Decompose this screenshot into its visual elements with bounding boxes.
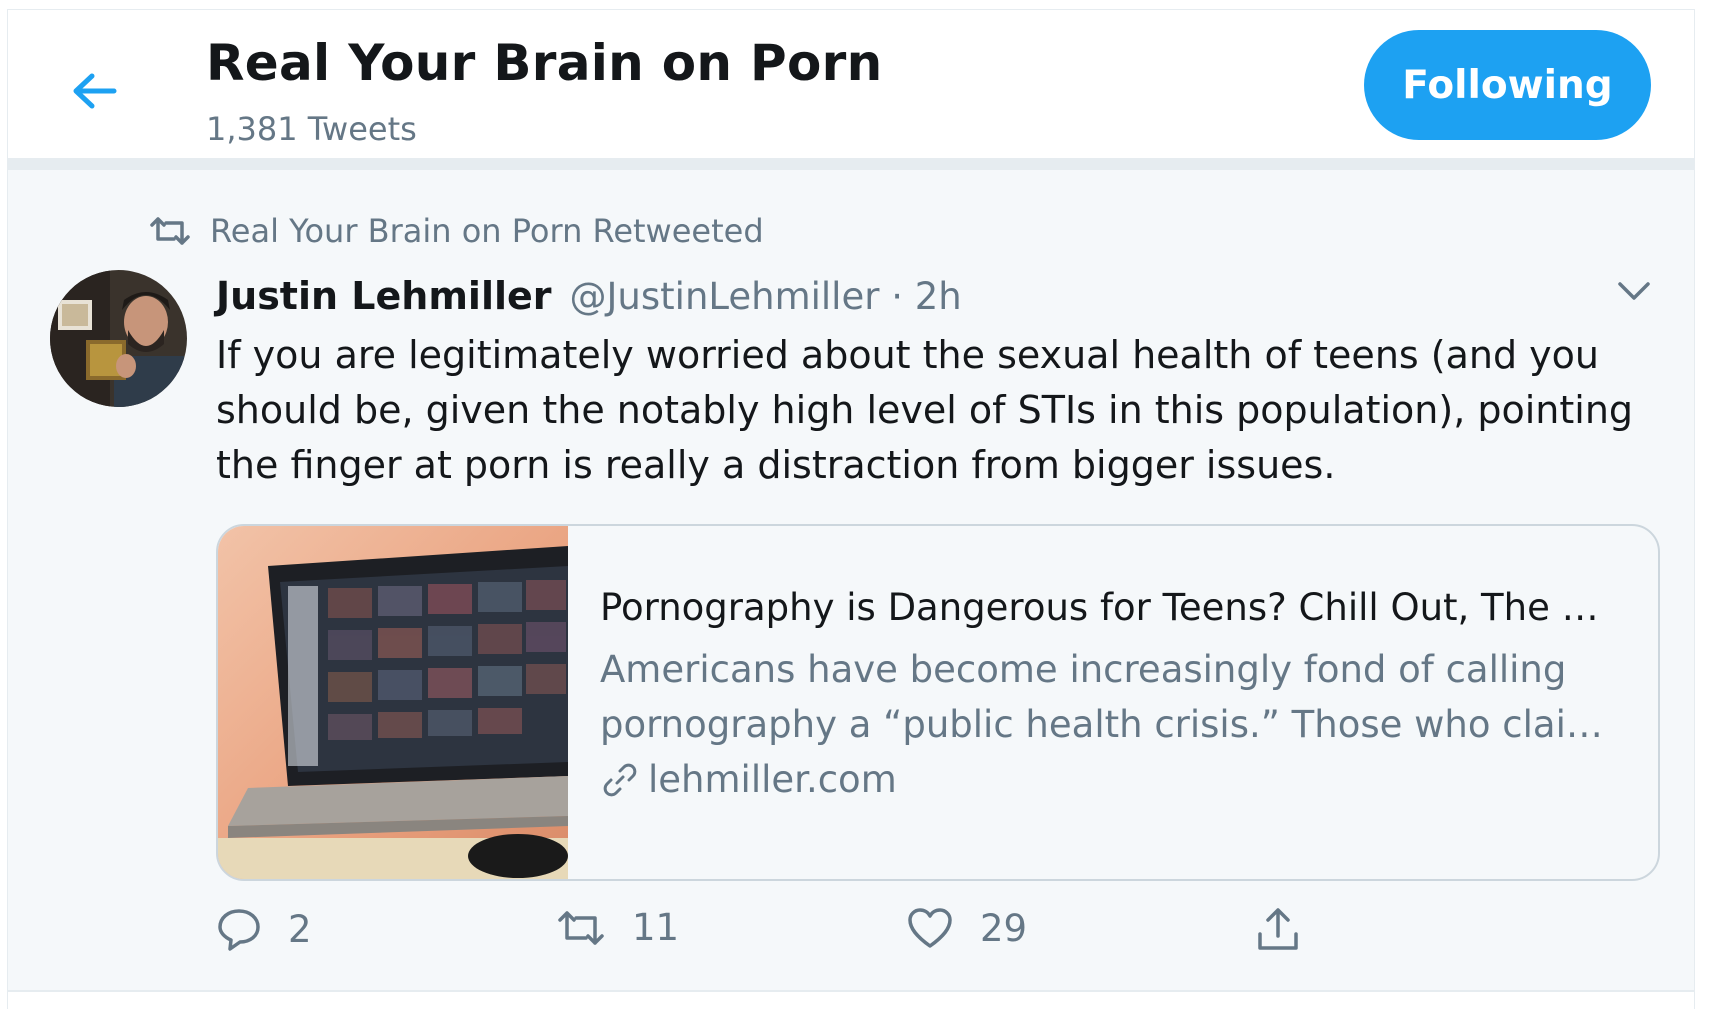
like-count: 29 — [980, 906, 1028, 950]
share-icon — [1258, 908, 1298, 950]
retweet-context-label[interactable]: Real Your Brain on Porn Retweeted — [210, 212, 764, 250]
card-title: Pornography is Dangerous for Teens? Chil… — [600, 586, 1599, 629]
card-domain-label: lehmiller.com — [648, 758, 897, 801]
tweet-menu-button[interactable] — [1614, 274, 1654, 310]
tweet-text: If you are legitimately worried about th… — [216, 333, 1634, 487]
like-button[interactable]: 29 — [906, 906, 1027, 950]
card-description: Americans have become increasingly fond … — [600, 648, 1603, 746]
retweet-button[interactable]: 11 — [556, 906, 679, 949]
reply-button[interactable]: 2 — [216, 906, 312, 952]
card-body: Pornography is Dangerous for Teens? Chil… — [600, 582, 1620, 801]
author-handle-time[interactable]: @JustinLehmiller · 2h — [570, 275, 962, 318]
retweet-context: Real Your Brain on Porn Retweeted — [148, 212, 764, 250]
link-card[interactable]: Pornography is Dangerous for Teens? Chil… — [216, 524, 1660, 881]
following-button[interactable]: Following — [1364, 30, 1651, 140]
profile-header: Real Your Brain on Porn 1,381 Tweets Fol… — [8, 10, 1694, 158]
back-button[interactable] — [68, 66, 128, 116]
share-button[interactable] — [1254, 906, 1302, 954]
author-name[interactable]: Justin Lehmiller — [216, 274, 552, 318]
header-divider — [8, 158, 1694, 170]
chevron-down-icon — [1618, 282, 1650, 300]
heart-icon — [908, 908, 952, 948]
retweet-icon — [558, 910, 604, 945]
avatar[interactable] — [50, 270, 187, 407]
reply-icon — [218, 909, 260, 951]
tweet-count: 1,381 Tweets — [206, 110, 417, 148]
retweet-count: 11 — [632, 906, 680, 949]
page-title: Real Your Brain on Porn — [206, 34, 883, 92]
tweet-divider — [8, 990, 1694, 992]
card-domain: lehmiller.com — [600, 758, 1620, 801]
card-thumbnail — [218, 526, 568, 879]
tweet[interactable]: Real Your Brain on Porn Retweeted Justin… — [8, 170, 1694, 990]
tweet-author[interactable]: Justin Lehmiller @JustinLehmiller · 2h — [216, 274, 962, 318]
avatar-image — [50, 270, 187, 407]
link-icon — [603, 763, 637, 796]
tweet-actions: 2 11 29 — [216, 906, 1656, 966]
retweet-icon — [150, 217, 190, 245]
reply-count: 2 — [288, 907, 312, 951]
back-arrow-icon — [73, 73, 117, 109]
